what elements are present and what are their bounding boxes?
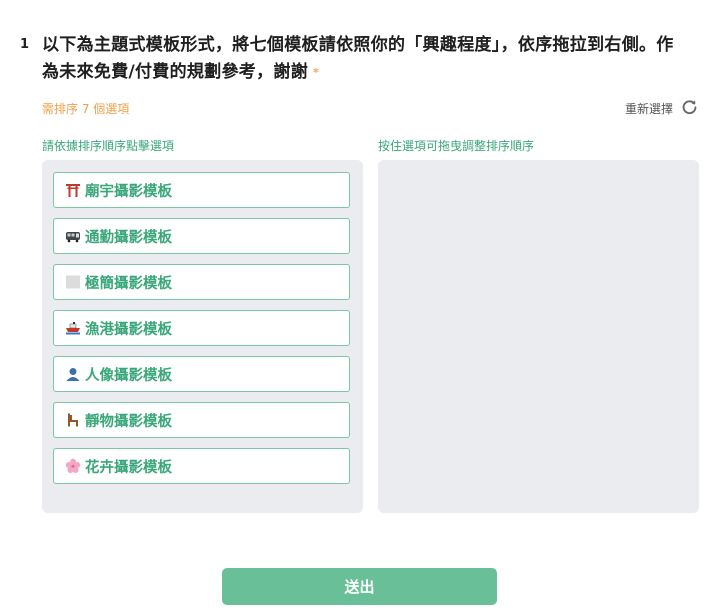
options-panel: 廟宇攝影模板 通勤攝影模板 極簡攝影模板 漁港攝影模板 人像攝影模板 靜物攝影模…	[42, 160, 363, 513]
white-square-icon	[65, 274, 81, 290]
sort-count-hint: 需排序 7 個選項	[42, 102, 130, 116]
option-minimal-template[interactable]: 極簡攝影模板	[53, 264, 350, 300]
torii-gate-icon	[65, 182, 81, 198]
ranked-drop-zone[interactable]	[378, 160, 699, 513]
option-label: 靜物攝影模板	[85, 413, 172, 430]
option-portrait-template[interactable]: 人像攝影模板	[53, 356, 350, 392]
chair-icon	[65, 412, 81, 428]
option-label: 廟宇攝影模板	[85, 183, 172, 200]
question-text: 以下為主題式模板形式，將七個模板請依照你的「興趣程度」，依序拖拉到右側。作為未來…	[42, 32, 682, 86]
refresh-icon	[681, 98, 698, 118]
ship-icon	[65, 320, 81, 336]
option-label: 漁港攝影模板	[85, 321, 172, 338]
option-temple-template[interactable]: 廟宇攝影模板	[53, 172, 350, 208]
option-label: 人像攝影模板	[85, 367, 172, 384]
question-text-content: 以下為主題式模板形式，將七個模板請依照你的「興趣程度」，依序拖拉到右側。作為未來…	[42, 35, 674, 82]
option-flower-template[interactable]: 花卉攝影模板	[53, 448, 350, 484]
option-label: 花卉攝影模板	[85, 459, 172, 476]
cherry-blossom-icon	[65, 458, 81, 474]
reset-button[interactable]: 重新選擇	[625, 98, 698, 118]
question-number: 1	[20, 37, 30, 52]
required-mark: *	[313, 66, 320, 79]
train-icon	[65, 228, 81, 244]
person-silhouette-icon	[65, 366, 81, 382]
options-column-label: 請依據排序順序點擊選項	[42, 139, 175, 153]
reset-label: 重新選擇	[624, 101, 673, 116]
option-commute-template[interactable]: 通勤攝影模板	[53, 218, 350, 254]
option-label: 極簡攝影模板	[85, 275, 172, 292]
ranked-column-label: 按住選項可拖曳調整排序順序	[378, 139, 535, 153]
option-still-life-template[interactable]: 靜物攝影模板	[53, 402, 350, 438]
option-fishing-port-template[interactable]: 漁港攝影模板	[53, 310, 350, 346]
option-label: 通勤攝影模板	[85, 229, 172, 246]
submit-button[interactable]: 送出	[222, 568, 497, 605]
